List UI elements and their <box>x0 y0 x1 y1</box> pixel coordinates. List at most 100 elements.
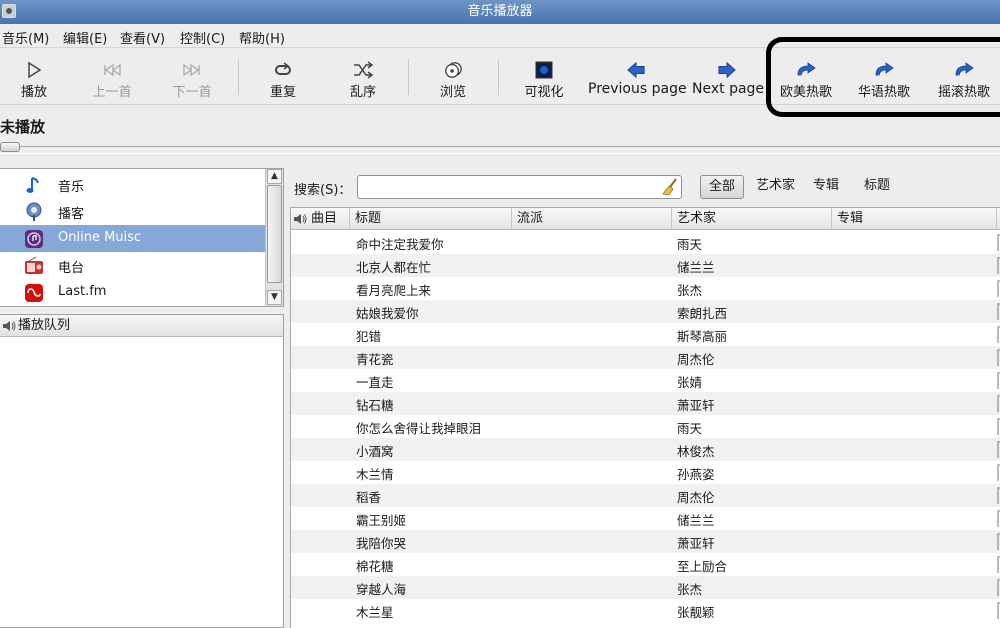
song-title: 木兰情 <box>356 467 394 482</box>
song-artist: 周杰伦 <box>677 490 715 505</box>
play-label: 播放 <box>20 85 47 100</box>
menu-edit[interactable]: 编辑(E) <box>63 28 107 47</box>
seek-bar[interactable] <box>0 142 1000 154</box>
column-artist[interactable]: 艺术家 <box>672 208 832 230</box>
song-title: 霸王别姬 <box>356 513 407 528</box>
column-track-label: 曲目 <box>311 211 338 226</box>
song-title: 棉花糖 <box>356 559 394 574</box>
play-queue-header: 播放队列 <box>0 315 283 337</box>
menu-help[interactable]: 帮助(H) <box>239 28 285 47</box>
table-row[interactable]: 北京人都在忙 储兰兰 <box>291 254 1000 277</box>
menu-view[interactable]: 查看(V) <box>120 28 165 47</box>
song-title: 穿越人海 <box>356 582 407 597</box>
scroll-down-icon[interactable]: ▼ <box>267 290 282 305</box>
visualization-icon <box>535 61 553 79</box>
source-item-online-music[interactable]: Online Muisc <box>0 225 265 252</box>
source-list-scrollbar[interactable]: ▲ ▼ <box>265 169 283 306</box>
play-button[interactable]: 播放 <box>10 49 58 105</box>
song-title: 命中注定我爱你 <box>356 237 444 252</box>
podcast-icon <box>26 202 42 221</box>
menu-music[interactable]: 音乐(M) <box>2 28 49 47</box>
seek-handle[interactable] <box>0 142 20 152</box>
table-row[interactable]: 稻香 周杰伦 <box>291 484 1000 507</box>
lastfm-icon <box>25 284 43 302</box>
table-row[interactable]: 青花瓷 周杰伦 <box>291 346 1000 369</box>
filter-all-button[interactable]: 全部 <box>700 175 745 199</box>
visualize-button[interactable]: 可视化 <box>520 49 568 105</box>
repeat-button[interactable]: 重复 <box>260 49 306 105</box>
app-icon[interactable] <box>2 4 16 18</box>
source-item-lastfm[interactable]: Last.fm <box>0 279 265 306</box>
table-row[interactable]: 棉花糖 至上励合 <box>291 553 1000 576</box>
table-row[interactable]: 犯错 斯琴高丽 <box>291 323 1000 346</box>
table-row[interactable]: 钻石糖 萧亚轩 <box>291 392 1000 415</box>
scroll-up-icon[interactable]: ▲ <box>267 169 282 184</box>
song-artist: 雨天 <box>677 421 703 436</box>
song-artist: 张杰 <box>677 283 703 298</box>
song-artist: 孙燕姿 <box>677 467 715 482</box>
table-row[interactable]: 穿越人海 张杰 <box>291 576 1000 599</box>
table-row[interactable]: 我陪你哭 萧亚轩 <box>291 530 1000 553</box>
toolbar-separator <box>238 59 239 95</box>
repeat-icon <box>275 62 291 75</box>
filter-artist-button[interactable]: 艺术家 <box>748 175 803 199</box>
next-page-button[interactable]: Next page <box>692 49 765 105</box>
next-track-button[interactable]: 下一首 <box>168 49 216 105</box>
song-title: 你怎么舍得让我掉眼泪 <box>356 421 482 436</box>
source-item-podcast[interactable]: 播客 <box>0 198 265 225</box>
annotation-outline <box>766 37 1000 117</box>
toolbar-separator <box>408 59 409 95</box>
column-genre[interactable]: 流派 <box>512 208 672 230</box>
column-track[interactable]: 曲目 <box>291 208 350 230</box>
source-label: Last.fm <box>58 284 107 299</box>
source-item-music[interactable]: 音乐 <box>0 171 265 198</box>
song-title: 稻香 <box>356 490 382 505</box>
table-row[interactable]: 小酒窝 林俊杰 <box>291 438 1000 461</box>
column-album[interactable]: 专辑 <box>832 208 997 230</box>
window-titlebar: 音乐播放器 <box>0 0 1000 24</box>
table-row[interactable]: 姑娘我爱你 索朗扎西 <box>291 300 1000 323</box>
play-icon <box>28 61 42 79</box>
song-title: 青花瓷 <box>356 352 394 367</box>
column-title[interactable]: 标题 <box>350 208 512 230</box>
previous-page-button[interactable]: Previous page <box>588 49 687 105</box>
scroll-thumb[interactable] <box>267 185 282 283</box>
source-item-radio[interactable]: 电台 <box>0 252 265 279</box>
menu-control[interactable]: 控制(C) <box>180 28 225 47</box>
song-table: 曲目 标题 流派 艺术家 专辑 命中注定我爱你 雨天 北京人都在忙 储兰兰 看月亮爬上来… <box>290 207 1000 628</box>
skip-forward-icon <box>183 63 200 77</box>
song-artist: 林俊杰 <box>677 444 715 459</box>
song-title: 一直走 <box>356 375 394 390</box>
browse-button[interactable]: 浏览 <box>430 49 476 105</box>
song-title: 木兰星 <box>356 605 394 620</box>
radio-icon <box>25 256 43 274</box>
song-title: 钻石糖 <box>356 398 394 413</box>
filter-title-button[interactable]: 标题 <box>856 175 898 199</box>
speaker-icon <box>3 321 16 331</box>
arrow-right-icon <box>718 61 736 79</box>
table-row[interactable]: 命中注定我爱你 雨天 <box>291 231 1000 254</box>
prev-track-button[interactable]: 上一首 <box>88 49 136 105</box>
song-artist: 斯琴高丽 <box>677 329 728 344</box>
song-title: 看月亮爬上来 <box>356 283 432 298</box>
table-row[interactable]: 霸王别姬 储兰兰 <box>291 507 1000 530</box>
clear-search-icon[interactable] <box>661 178 679 196</box>
filter-album-button[interactable]: 专辑 <box>805 175 847 199</box>
repeat-label: 重复 <box>269 85 296 100</box>
table-row[interactable]: 你怎么舍得让我掉眼泪 雨天 <box>291 415 1000 438</box>
table-row[interactable]: 一直走 张婧 <box>291 369 1000 392</box>
song-title: 犯错 <box>356 329 382 344</box>
arrow-left-icon <box>627 61 645 79</box>
visualize-label: 可视化 <box>524 85 564 100</box>
shuffle-button[interactable]: 乱序 <box>340 49 386 105</box>
music-note-icon <box>26 177 39 193</box>
search-label: 搜索(S)： <box>294 183 352 198</box>
table-row[interactable]: 木兰星 张靓颖 <box>291 599 1000 622</box>
table-row[interactable]: 木兰情 孙燕姿 <box>291 461 1000 484</box>
browse-label: 浏览 <box>439 85 466 100</box>
table-row[interactable]: 看月亮爬上来 张杰 <box>291 277 1000 300</box>
prev-track-label: 上一首 <box>92 85 132 100</box>
next-page-label: Next page <box>692 81 765 97</box>
shuffle-icon <box>354 61 374 79</box>
search-input[interactable] <box>357 175 682 199</box>
